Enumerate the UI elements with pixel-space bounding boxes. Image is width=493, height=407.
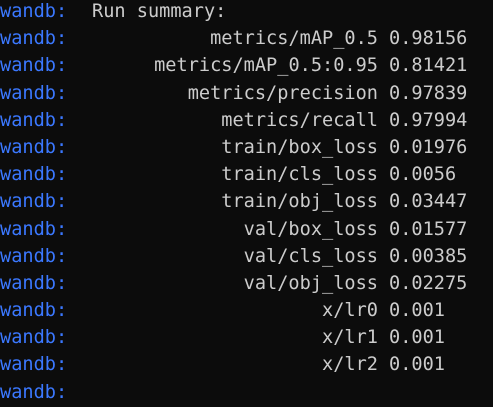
wandb-prefix: wandb: [0, 1, 68, 22]
metric-key: train/obj_loss [221, 191, 378, 213]
metric-key: metrics/recall [221, 109, 378, 131]
summary-row: wandb: x/lr0 0.001 [0, 297, 493, 324]
summary-row: wandb: x/lr2 0.001 [0, 351, 493, 378]
wandb-prefix: wandb: [0, 272, 68, 294]
metric-value: 0.00385 [389, 245, 468, 267]
metric-value: 0.01976 [389, 136, 468, 158]
metric-value: 0.81421 [389, 55, 468, 77]
metric-key: metrics/mAP_0.5:0.95 [154, 55, 378, 77]
metric-key: val/cls_loss [243, 245, 378, 267]
summary-row: wandb: val/obj_loss 0.02275 [0, 270, 493, 297]
wandb-prefix: wandb: [0, 245, 68, 267]
terminal-output[interactable]: wandb: Run summary: wandb: metrics/mAP_0.5… [0, 0, 493, 405]
wandb-prefix: wandb: [0, 191, 68, 213]
summary-row: wandb: train/cls_loss 0.0056 [0, 161, 493, 188]
wandb-prefix: wandb: [0, 381, 68, 403]
wandb-prefix: wandb: [0, 82, 68, 104]
metric-key: val/obj_loss [243, 272, 378, 294]
trailing-prefix-line: wandb: [0, 379, 493, 405]
metric-key: metrics/mAP_0.5 [210, 28, 378, 50]
metric-value: 0.97994 [389, 109, 468, 131]
metric-value: 0.0056 [389, 164, 457, 186]
summary-row: wandb: train/box_loss 0.01976 [0, 134, 493, 161]
summary-row: wandb: val/box_loss 0.01577 [0, 216, 493, 243]
metric-key: val/box_loss [243, 218, 378, 240]
wandb-prefix: wandb: [0, 354, 68, 376]
wandb-prefix: wandb: [0, 55, 68, 77]
metric-value: 0.97839 [389, 82, 468, 104]
metric-key: x/lr0 [322, 300, 378, 322]
metric-key: x/lr1 [322, 327, 378, 349]
wandb-prefix: wandb: [0, 327, 68, 349]
wandb-prefix: wandb: [0, 109, 68, 131]
metric-key: metrics/precision [187, 82, 378, 104]
summary-row: wandb: metrics/mAP_0.5:0.95 0.81421 [0, 52, 493, 79]
metric-key: train/box_loss [221, 136, 378, 158]
wandb-prefix: wandb: [0, 28, 68, 50]
wandb-prefix: wandb: [0, 136, 68, 158]
wandb-prefix: wandb: [0, 300, 68, 322]
run-summary-heading: Run summary: [92, 1, 227, 22]
summary-row: wandb: metrics/precision 0.97839 [0, 80, 493, 107]
metric-value: 0.98156 [389, 28, 468, 50]
wandb-prefix: wandb: [0, 164, 68, 186]
wandb-prefix: wandb: [0, 218, 68, 240]
metric-value: 0.001 [389, 354, 445, 376]
summary-row: wandb: train/obj_loss 0.03447 [0, 188, 493, 215]
summary-row: wandb: metrics/recall 0.97994 [0, 107, 493, 134]
metric-value: 0.03447 [389, 191, 468, 213]
summary-row: wandb: metrics/mAP_0.5 0.98156 [0, 25, 493, 52]
metric-value: 0.001 [389, 300, 445, 322]
summary-row: wandb: x/lr1 0.001 [0, 324, 493, 351]
summary-header-line: wandb: Run summary: [0, 0, 493, 25]
metric-value: 0.02275 [389, 272, 468, 294]
metric-key: x/lr2 [322, 354, 378, 376]
metric-value: 0.001 [389, 327, 445, 349]
summary-row: wandb: val/cls_loss 0.00385 [0, 243, 493, 270]
metric-value: 0.01577 [389, 218, 468, 240]
metric-key: train/cls_loss [221, 164, 378, 186]
